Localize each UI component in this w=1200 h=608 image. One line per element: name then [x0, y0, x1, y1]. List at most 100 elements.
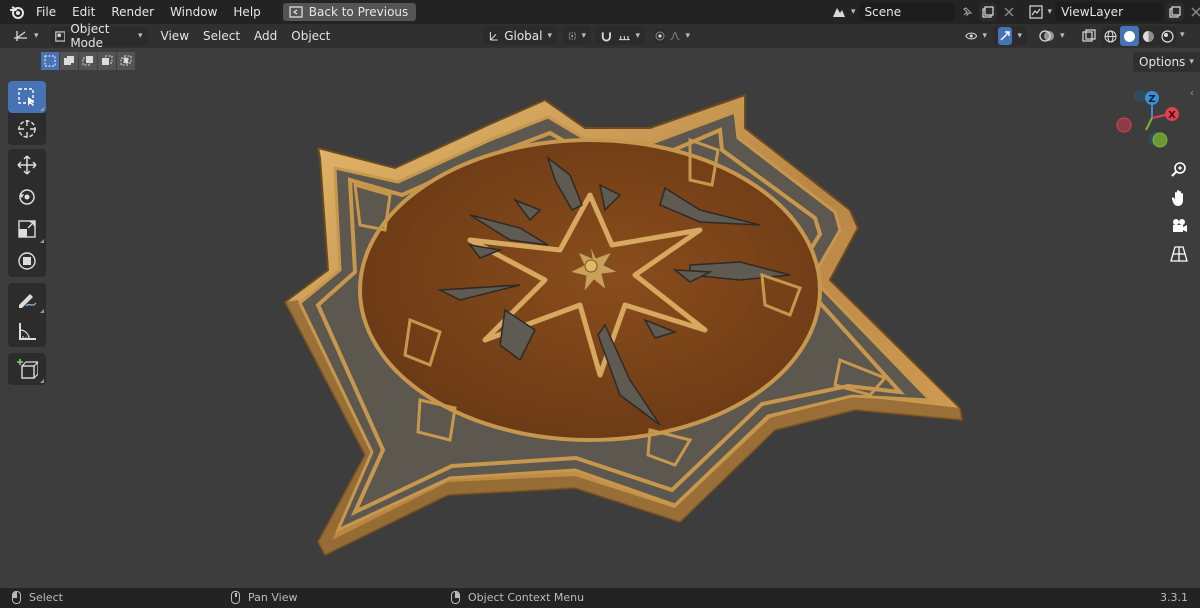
select-box-tool[interactable]	[8, 81, 46, 113]
delete-view-layer-icon[interactable]	[1187, 3, 1200, 21]
wireframe-shading-icon[interactable]	[1101, 26, 1120, 46]
menu-render[interactable]: Render	[103, 0, 162, 24]
shading-mode-group	[1101, 26, 1177, 46]
add-cube-icon	[17, 359, 38, 379]
scene-dropdown-chevron-icon[interactable]: ▾	[851, 7, 856, 17]
snap-magnet-icon	[601, 31, 611, 41]
scale-tool[interactable]	[8, 213, 46, 245]
axis-y-icon	[1152, 132, 1168, 148]
back-to-previous-button[interactable]: Back to Previous	[282, 3, 417, 21]
new-view-layer-icon[interactable]	[1166, 2, 1185, 21]
view-layer-icon[interactable]	[1027, 3, 1045, 21]
rendered-shading-icon[interactable]	[1158, 26, 1177, 46]
zoom-view-button[interactable]	[1165, 156, 1193, 184]
axis-x-negative-icon	[1116, 117, 1132, 133]
status-pan-label: Pan View	[248, 591, 298, 604]
new-scene-icon[interactable]	[978, 2, 997, 21]
snap-group[interactable]: ▾	[595, 26, 645, 45]
shading-chevron-icon[interactable]: ▾	[1180, 30, 1185, 40]
camera-view-button[interactable]	[1165, 212, 1193, 240]
menu-edit[interactable]: Edit	[64, 0, 103, 24]
tool-variant-corner-icon	[40, 309, 44, 313]
status-pan-hint: Pan View	[231, 591, 297, 604]
delete-scene-icon[interactable]	[1000, 3, 1018, 21]
proportional-edit-group[interactable]: ▾	[649, 26, 695, 45]
mouse-middle-click-icon	[231, 591, 240, 604]
tool-group-transform	[8, 149, 46, 277]
status-context-menu-label: Object Context Menu	[468, 591, 585, 604]
octagram-carpet-model	[283, 93, 964, 557]
3d-viewport[interactable]: Z X ‹	[0, 48, 1200, 588]
mouse-right-click-icon	[451, 591, 460, 604]
rotate-icon	[19, 189, 35, 205]
material-preview-shading-icon[interactable]	[1139, 26, 1158, 46]
blender-logo-icon[interactable]	[6, 1, 28, 23]
transform-tool[interactable]	[8, 245, 46, 277]
editor-type-chevron-icon: ▾	[34, 31, 39, 41]
pivot-icon	[568, 32, 576, 39]
selection-mode-group	[41, 52, 135, 70]
overlays-icon	[1039, 29, 1054, 42]
scene-icon[interactable]	[830, 3, 848, 21]
axis-y-negative-icon	[1134, 90, 1146, 102]
axes-editor-icon	[14, 31, 27, 41]
eye-icon	[965, 32, 978, 39]
header-menu-view[interactable]: View	[154, 29, 196, 43]
rotate-tool[interactable]	[8, 181, 46, 213]
scene-selector: ▾ Scene ▾ ViewLayer	[830, 2, 1200, 21]
select-new-icon[interactable]	[41, 52, 59, 70]
pivot-point-dropdown[interactable]: ▾	[563, 26, 591, 45]
transform-orientation-dropdown[interactable]: Global ▾	[483, 26, 557, 45]
orientation-icon	[489, 31, 498, 41]
select-intersect-icon[interactable]	[117, 52, 135, 70]
navigation-gizmo[interactable]: Z X	[1112, 88, 1192, 154]
select-box-icon	[18, 88, 34, 106]
falloff-curve-icon[interactable]	[670, 30, 680, 42]
header-menu-object[interactable]: Object	[284, 29, 337, 43]
pin-icon[interactable]	[958, 3, 976, 21]
xray-toggle-icon[interactable]	[1080, 27, 1098, 45]
select-invert-icon[interactable]	[98, 52, 116, 70]
proportional-edit-icon[interactable]	[654, 27, 666, 44]
perspective-toggle-button[interactable]	[1165, 240, 1193, 268]
sidebar-toggle-chevron-icon[interactable]: ‹	[1190, 88, 1194, 99]
mode-chevron-icon: ▾	[138, 31, 143, 41]
select-subtract-icon[interactable]	[79, 52, 97, 70]
visibility-dropdown[interactable]: ▾	[960, 26, 992, 45]
gizmo-chevron-icon: ▾	[1017, 30, 1022, 41]
scene-name-text: Scene	[864, 4, 902, 19]
snap-increment-icon	[618, 35, 630, 40]
options-dropdown[interactable]: Options ▾	[1133, 52, 1200, 72]
move-arrows-icon	[17, 155, 37, 175]
editor-type-selector[interactable]: ▾	[8, 27, 44, 46]
view-layer-field[interactable]: ViewLayer	[1055, 2, 1164, 21]
header-menu-add[interactable]: Add	[247, 29, 284, 43]
measure-tool[interactable]	[8, 315, 46, 347]
overlays-dropdown[interactable]: ▾	[1034, 26, 1074, 45]
add-cube-tool[interactable]	[8, 353, 46, 385]
transform-orientation-label: Global	[504, 28, 543, 43]
view-layer-dropdown-chevron-icon[interactable]: ▾	[1048, 7, 1053, 17]
mouse-left-click-icon	[12, 591, 21, 604]
scene-name-field[interactable]: Scene	[858, 2, 955, 21]
menu-help[interactable]: Help	[225, 0, 268, 24]
annotate-tool[interactable]	[8, 283, 46, 315]
back-icon	[289, 6, 303, 18]
cursor-tool[interactable]	[8, 113, 46, 145]
menu-window[interactable]: Window	[162, 0, 225, 24]
header-menu-select[interactable]: Select	[196, 29, 247, 43]
grid-perspective-icon	[1170, 246, 1188, 262]
cursor-crosshair-icon	[18, 120, 36, 138]
solid-shading-icon[interactable]	[1120, 26, 1139, 46]
move-tool[interactable]	[8, 149, 46, 181]
gizmo-icon	[998, 26, 1013, 45]
mode-label: Object Mode	[70, 22, 110, 50]
gizmo-toggle[interactable]: ▾	[993, 26, 1027, 45]
mode-dropdown[interactable]: Object Mode ▾	[49, 22, 148, 50]
status-select-label: Select	[29, 591, 63, 604]
center-boss	[584, 259, 598, 273]
pan-view-button[interactable]	[1165, 184, 1193, 212]
menu-file[interactable]: File	[28, 0, 64, 24]
snap-chevron-icon: ▾	[635, 30, 640, 41]
select-extend-icon[interactable]	[60, 52, 78, 70]
